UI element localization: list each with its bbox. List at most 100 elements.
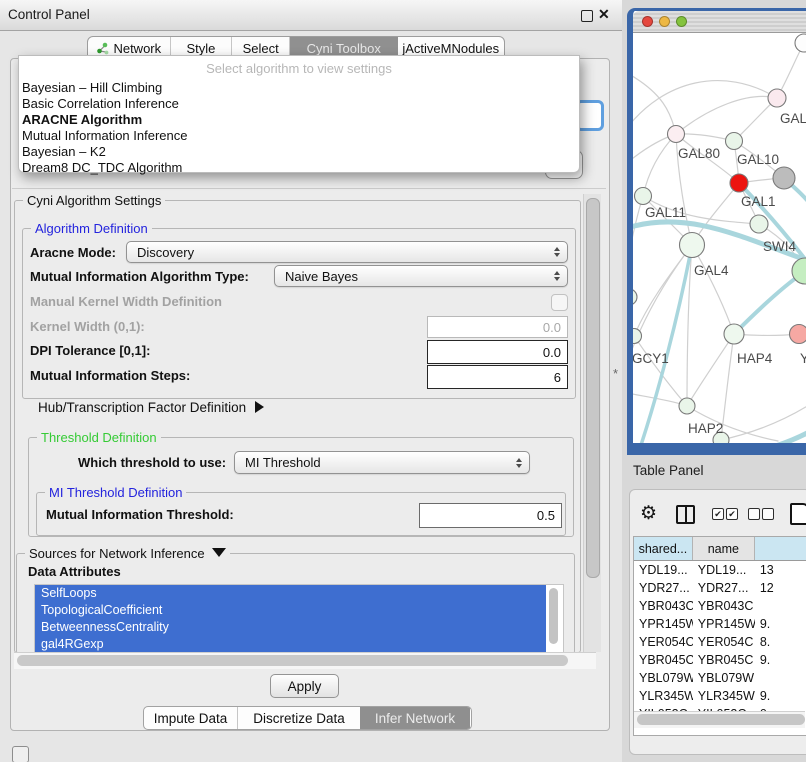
cell-name: YER054C xyxy=(693,633,755,651)
manual-kernel-label: Manual Kernel Width Definition xyxy=(30,294,222,309)
node-table: shared...name YDL19... YDL19... 13 YDR27… xyxy=(633,536,806,736)
network-node[interactable] xyxy=(679,398,695,414)
network-edge xyxy=(734,273,803,334)
attribute-list-item[interactable]: BetweennessCentrality xyxy=(35,619,546,636)
hub-definition-expander[interactable]: Hub/Transcription Factor Definition xyxy=(38,400,264,415)
network-node[interactable] xyxy=(668,126,685,143)
aracne-mode-select[interactable]: Discovery xyxy=(126,241,568,263)
unchecked-box-icon[interactable] xyxy=(748,508,760,520)
tab-label: Cyni Toolbox xyxy=(307,41,381,56)
popup-item[interactable]: Basic Correlation Inference xyxy=(19,96,579,112)
attribute-list-item[interactable]: TopologicalCoefficient xyxy=(35,602,546,619)
kernel-width-label: Kernel Width (0,1): xyxy=(30,319,145,334)
which-threshold-select[interactable]: MI Threshold xyxy=(234,451,530,474)
network-node[interactable] xyxy=(724,324,744,344)
cell-shared-name: YBR043C xyxy=(634,597,693,615)
table-row[interactable]: YER054C YER054C 8. xyxy=(634,633,806,651)
attribute-list-item[interactable]: SelfLoops xyxy=(35,585,546,602)
network-node-label: SWI4 xyxy=(763,239,796,254)
popup-item[interactable]: Bayesian – K2 xyxy=(19,144,579,160)
mi-type-select[interactable]: Naive Bayes xyxy=(274,265,568,287)
table-column-header[interactable]: name xyxy=(693,537,755,560)
cell-shared-name: YLR345W xyxy=(634,687,693,705)
data-attributes-label: Data Attributes xyxy=(28,564,121,579)
network-node-label: GAL10 xyxy=(737,152,779,167)
sources-collapse-toggle[interactable]: Sources for Network Inference xyxy=(25,546,230,561)
attribute-list-item[interactable]: gal4RGexp xyxy=(35,636,546,653)
bottom-tab[interactable]: Impute Data xyxy=(144,707,238,729)
network-node[interactable] xyxy=(635,188,652,205)
network-node[interactable] xyxy=(730,174,748,192)
table-row[interactable]: YBL079W YBL079W xyxy=(634,669,806,687)
document-icon[interactable] xyxy=(790,503,806,525)
table-row[interactable]: YPR145W YPR145W 9. xyxy=(634,615,806,633)
columns-icon[interactable] xyxy=(676,505,695,524)
network-node-label: GAL11 xyxy=(645,205,686,220)
manual-kernel-checkbox[interactable] xyxy=(551,294,568,311)
unchecked-box-icon[interactable] xyxy=(762,508,774,520)
screen: Control Panel ✕ Network xyxy=(0,0,806,762)
data-attributes-list[interactable]: SelfLoopsTopologicalCoefficientBetweenne… xyxy=(34,584,564,654)
table-horizontal-scrollbar-thumb[interactable] xyxy=(637,714,805,725)
table-panel-title: Table Panel xyxy=(633,463,704,478)
hub-definition-label: Hub/Transcription Factor Definition xyxy=(38,400,246,415)
stepper-arrows-icon xyxy=(516,458,522,468)
table-header-row: shared...name xyxy=(634,537,806,561)
network-node[interactable] xyxy=(790,325,806,344)
network-node[interactable] xyxy=(773,167,795,189)
table-row[interactable]: YLR345W YLR345W 9. xyxy=(634,687,806,705)
apply-button[interactable]: Apply xyxy=(270,674,339,698)
table-row[interactable]: YBR045C YBR045C 9. xyxy=(634,651,806,669)
table-column-header[interactable]: shared... xyxy=(634,537,693,560)
network-node[interactable] xyxy=(726,133,743,150)
kernel-width-input[interactable]: 0.0 xyxy=(427,316,568,338)
checked-box-icon[interactable]: ✔ xyxy=(712,508,724,520)
minimize-traffic-light[interactable] xyxy=(659,16,670,27)
mi-steps-input[interactable]: 6 xyxy=(427,365,568,389)
network-node[interactable] xyxy=(768,89,786,107)
network-edge xyxy=(633,245,692,363)
network-node-label: GAL xyxy=(780,111,806,126)
dpi-tolerance-input[interactable]: 0.0 xyxy=(427,340,568,364)
bottom-tab[interactable]: Discretize Data xyxy=(238,707,360,729)
sources-group-title: Sources for Network Inference xyxy=(29,546,205,561)
popup-item[interactable]: Bayesian – Hill Climbing xyxy=(19,80,579,96)
close-icon[interactable]: ✕ xyxy=(598,6,610,23)
network-node[interactable] xyxy=(680,233,705,258)
popup-item[interactable]: ARACNE Algorithm xyxy=(19,112,579,128)
bottom-tab-label: Discretize Data xyxy=(253,711,345,726)
cell-name: YBR043C xyxy=(693,597,755,615)
cell-shared-name: YBL079W xyxy=(634,669,693,687)
float-window-icon[interactable] xyxy=(581,10,593,22)
gear-icon[interactable]: ⚙ xyxy=(640,502,657,525)
tab-label: jActiveMNodules xyxy=(402,41,499,56)
network-node[interactable] xyxy=(750,215,768,233)
corner-square-icon[interactable] xyxy=(12,746,29,762)
popup-item[interactable]: Mutual Information Inference xyxy=(19,128,579,144)
cell-value: 12 xyxy=(755,579,806,597)
which-threshold-value: MI Threshold xyxy=(245,455,321,470)
cell-name: YLR345W xyxy=(693,687,755,705)
zoom-traffic-light[interactable] xyxy=(676,16,687,27)
network-canvas[interactable]: GALGAL80GAL10GAL1GAL11SWI4GAL4GCY1HAP4YH… xyxy=(633,33,806,443)
table-row[interactable]: YDR27... YDR27... 12 xyxy=(634,579,806,597)
popup-item[interactable]: Dream8 DC_TDC Algorithm xyxy=(19,160,579,176)
cell-name: YDR27... xyxy=(693,579,755,597)
settings-vertical-scrollbar-thumb[interactable] xyxy=(586,198,600,578)
network-node[interactable] xyxy=(795,34,806,52)
mi-threshold-input[interactable]: 0.5 xyxy=(419,503,562,528)
attributes-list-scrollbar[interactable] xyxy=(549,588,558,644)
table-row[interactable]: YBR043C YBR043C xyxy=(634,597,806,615)
network-node[interactable] xyxy=(633,289,637,305)
settings-horizontal-scrollbar-thumb[interactable] xyxy=(17,655,568,666)
checked-box-icon[interactable]: ✔ xyxy=(726,508,738,520)
network-edge xyxy=(692,245,734,334)
bottom-tab[interactable]: Infer Network xyxy=(360,707,470,729)
table-row[interactable]: YDL19... YDL19... 13 xyxy=(634,561,806,579)
network-edge xyxy=(687,334,734,406)
table-column-header[interactable] xyxy=(755,537,806,560)
close-traffic-light[interactable] xyxy=(642,16,653,27)
network-edge xyxy=(676,96,777,134)
mi-steps-label: Mutual Information Steps: xyxy=(30,368,190,383)
collapse-down-icon xyxy=(212,548,226,557)
